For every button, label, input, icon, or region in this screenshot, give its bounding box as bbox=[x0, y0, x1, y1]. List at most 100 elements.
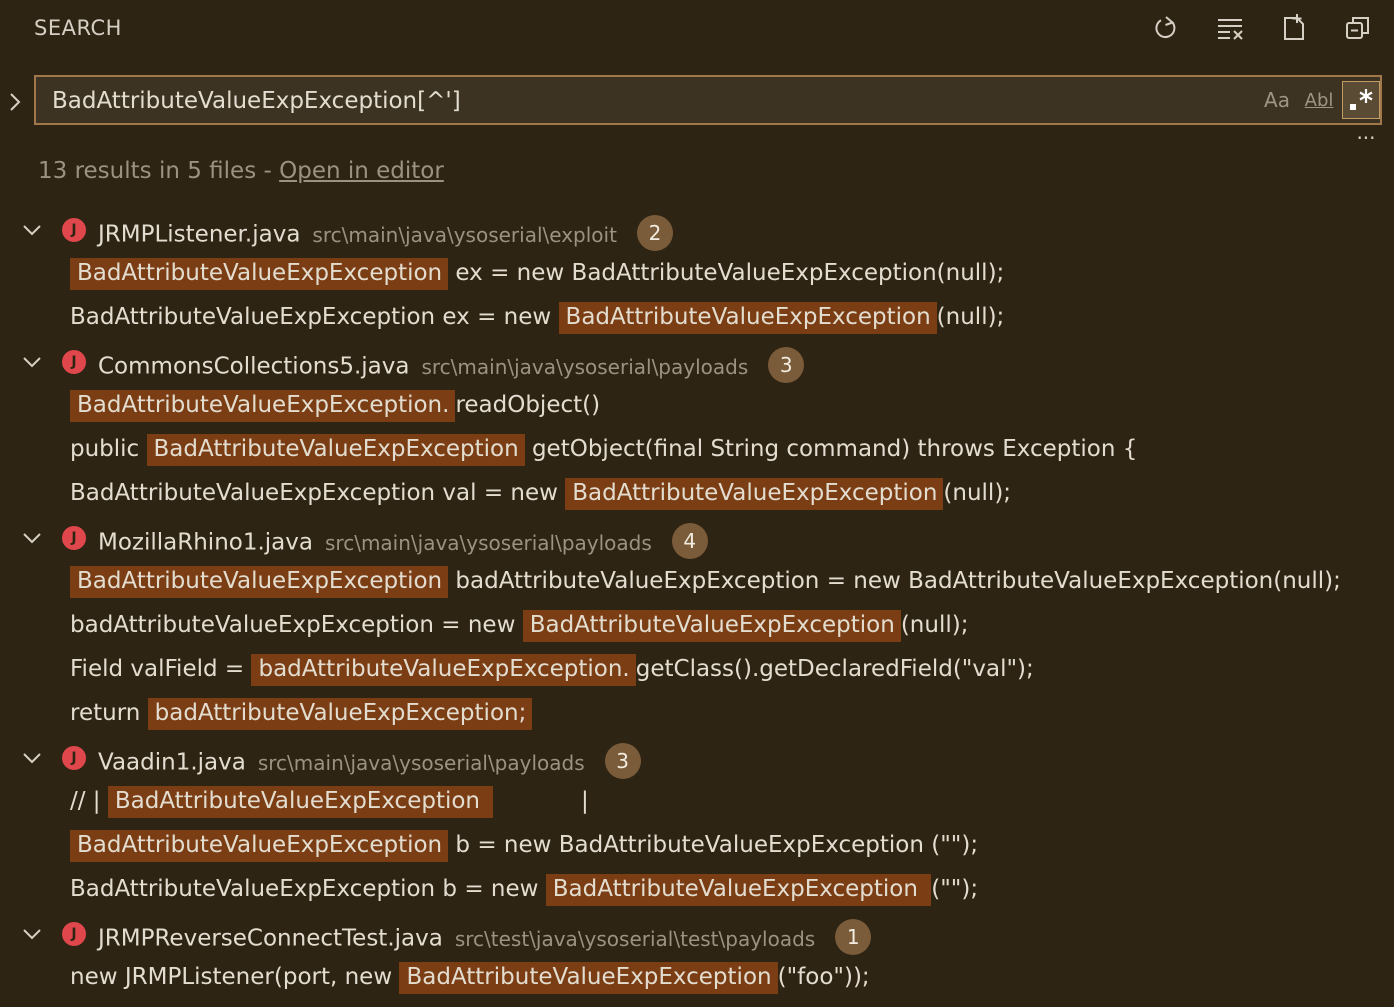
search-panel: SEARCH BadAttributeValueExpException[^']… bbox=[0, 0, 1394, 1007]
file-name: JRMPReverseConnectTest.java bbox=[98, 925, 443, 952]
match-suffix: | bbox=[493, 788, 589, 814]
refresh-button[interactable] bbox=[1148, 10, 1184, 46]
match-suffix: ("foo")); bbox=[777, 964, 870, 990]
match-prefix: BadAttributeValueExpException ex = new bbox=[70, 304, 559, 330]
match-prefix: BadAttributeValueExpException val = new bbox=[70, 480, 566, 506]
chevron-down-icon[interactable] bbox=[20, 746, 44, 770]
results-tree: J JRMPListener.java src\main\java\ysoseria… bbox=[0, 209, 1394, 1001]
match-suffix: getClass().getDeclaredField("val"); bbox=[635, 656, 1034, 682]
match-highlight: BadAttributeValueExpException bbox=[565, 478, 944, 510]
match-highlight: BadAttributeValueExpException bbox=[107, 786, 494, 818]
match-text: BadAttributeValueExpException ex = new B… bbox=[70, 302, 1005, 334]
match-row[interactable]: badAttributeValueExpException = new BadA… bbox=[0, 605, 1394, 649]
header-actions bbox=[1148, 10, 1376, 46]
search-header: SEARCH bbox=[0, 0, 1394, 58]
search-input[interactable] bbox=[52, 85, 1232, 117]
match-text: new JRMPListener(port, new BadAttributeV… bbox=[70, 962, 870, 994]
match-highlight: BadAttributeValueExpException bbox=[70, 258, 449, 290]
match-text: badAttributeValueExpException = new BadA… bbox=[70, 610, 968, 642]
refresh-icon bbox=[1155, 16, 1176, 39]
match-text: BadAttributeValueExpException badAttribu… bbox=[70, 566, 1341, 598]
file-path: src\main\java\ysoserial\payloads bbox=[421, 354, 749, 379]
search-options: Aa Abl bbox=[1254, 81, 1380, 119]
match-whole-word-button[interactable]: Abl bbox=[1300, 81, 1338, 119]
match-highlight: BadAttributeValueExpException bbox=[545, 874, 932, 906]
file-label: MozillaRhino1.java src\main\java\ysoseria… bbox=[98, 523, 708, 561]
match-suffix: ex = new BadAttributeValueExpException(n… bbox=[448, 260, 1005, 286]
match-suffix: (""); bbox=[931, 876, 979, 902]
file-row[interactable]: J CommonsCollections5.java src\main\java\y… bbox=[0, 341, 1394, 385]
use-regex-button[interactable] bbox=[1342, 81, 1380, 119]
file-path: src\main\java\ysoserial\payloads bbox=[257, 750, 585, 775]
chevron-down-icon[interactable] bbox=[20, 218, 44, 242]
file-row[interactable]: J MozillaRhino1.java src\main\java\ysoseri… bbox=[0, 517, 1394, 561]
java-file-icon: J bbox=[62, 526, 86, 550]
match-suffix: (null); bbox=[943, 480, 1012, 506]
match-count-badge: 4 bbox=[671, 523, 708, 559]
whole-word-icon: Abl bbox=[1304, 89, 1334, 111]
java-file-icon: J bbox=[62, 922, 86, 946]
file-row[interactable]: J Vaadin1.java src\main\java\ysoserial\pay… bbox=[0, 737, 1394, 781]
more-options-button[interactable]: ··· bbox=[1350, 128, 1382, 152]
match-prefix: // | bbox=[70, 788, 108, 814]
match-row[interactable]: return badAttributeValueExpException; bbox=[0, 693, 1394, 737]
match-highlight: BadAttributeValueExpException bbox=[70, 830, 449, 862]
match-prefix: BadAttributeValueExpException b = new bbox=[70, 876, 546, 902]
match-row[interactable]: // | BadAttributeValueExpException | bbox=[0, 781, 1394, 825]
collapse-all-button[interactable] bbox=[1340, 10, 1376, 46]
match-prefix: public bbox=[70, 436, 147, 462]
match-highlight: badAttributeValueExpException. bbox=[251, 654, 636, 686]
file-name: Vaadin1.java bbox=[98, 749, 246, 776]
collapse-all-icon bbox=[1346, 17, 1369, 39]
match-case-button[interactable]: Aa bbox=[1258, 81, 1296, 119]
file-path: src\test\java\ysoserial\test\payloads bbox=[454, 926, 816, 951]
match-row[interactable]: public BadAttributeValueExpException get… bbox=[0, 429, 1394, 473]
match-row[interactable]: BadAttributeValueExpException b = new Ba… bbox=[0, 869, 1394, 913]
match-highlight: BadAttributeValueExpException bbox=[146, 434, 525, 466]
chevron-down-icon[interactable] bbox=[20, 350, 44, 374]
match-highlight: BadAttributeValueExpException. bbox=[70, 390, 456, 422]
match-row[interactable]: BadAttributeValueExpException b = new Ba… bbox=[0, 825, 1394, 869]
chevron-down-icon[interactable] bbox=[20, 922, 44, 946]
match-highlight: BadAttributeValueExpException bbox=[558, 302, 937, 334]
match-text: BadAttributeValueExpException b = new Ba… bbox=[70, 874, 979, 906]
file-label: Vaadin1.java src\main\java\ysoserial\payl… bbox=[98, 743, 641, 781]
panel-title: SEARCH bbox=[34, 16, 122, 40]
java-file-icon: J bbox=[62, 746, 86, 770]
regex-icon bbox=[1350, 89, 1373, 110]
match-prefix: new JRMPListener(port, new bbox=[70, 964, 400, 990]
match-row[interactable]: BadAttributeValueExpException val = new … bbox=[0, 473, 1394, 517]
match-prefix: Field valField = bbox=[70, 656, 252, 682]
file-path: src\main\java\ysoserial\exploit bbox=[312, 222, 617, 247]
clear-results-button[interactable] bbox=[1212, 10, 1248, 46]
match-row[interactable]: Field valField = badAttributeValueExpExc… bbox=[0, 649, 1394, 693]
toggle-replace-button[interactable] bbox=[2, 84, 28, 120]
java-file-icon: J bbox=[62, 218, 86, 242]
match-row[interactable]: new JRMPListener(port, new BadAttributeV… bbox=[0, 957, 1394, 1001]
match-highlight: BadAttributeValueExpException bbox=[399, 962, 778, 994]
match-row[interactable]: BadAttributeValueExpException badAttribu… bbox=[0, 561, 1394, 605]
match-suffix: (null); bbox=[936, 304, 1005, 330]
match-case-icon: Aa bbox=[1264, 88, 1290, 112]
match-text: BadAttributeValueExpException val = new … bbox=[70, 478, 1012, 510]
match-text: BadAttributeValueExpException. readObject… bbox=[70, 390, 601, 422]
match-prefix: badAttributeValueExpException = new bbox=[70, 612, 523, 638]
file-name: JRMPListener.java bbox=[98, 221, 301, 248]
match-prefix: return bbox=[70, 700, 148, 726]
match-text: Field valField = badAttributeValueExpExc… bbox=[70, 654, 1034, 686]
match-suffix: readObject() bbox=[455, 392, 601, 418]
file-row[interactable]: J JRMPReverseConnectTest.java src\test\jav… bbox=[0, 913, 1394, 957]
match-suffix: badAttributeValueExpException = new BadA… bbox=[448, 568, 1341, 594]
match-suffix: b = new BadAttributeValueExpException ("… bbox=[448, 832, 979, 858]
file-label: JRMPReverseConnectTest.java src\test\java… bbox=[98, 919, 872, 957]
match-row[interactable]: BadAttributeValueExpException ex = new B… bbox=[0, 253, 1394, 297]
open-in-editor-link[interactable]: Open in editor bbox=[279, 158, 444, 184]
chevron-down-icon[interactable] bbox=[20, 526, 44, 550]
match-row[interactable]: BadAttributeValueExpException ex = new B… bbox=[0, 297, 1394, 341]
file-name: CommonsCollections5.java bbox=[98, 353, 410, 380]
results-summary: 13 results in 5 files - Open in editor bbox=[38, 158, 444, 184]
match-row[interactable]: BadAttributeValueExpException. readObject… bbox=[0, 385, 1394, 429]
file-name: MozillaRhino1.java bbox=[98, 529, 313, 556]
new-search-editor-button[interactable] bbox=[1276, 10, 1312, 46]
file-row[interactable]: J JRMPListener.java src\main\java\ysoseria… bbox=[0, 209, 1394, 253]
